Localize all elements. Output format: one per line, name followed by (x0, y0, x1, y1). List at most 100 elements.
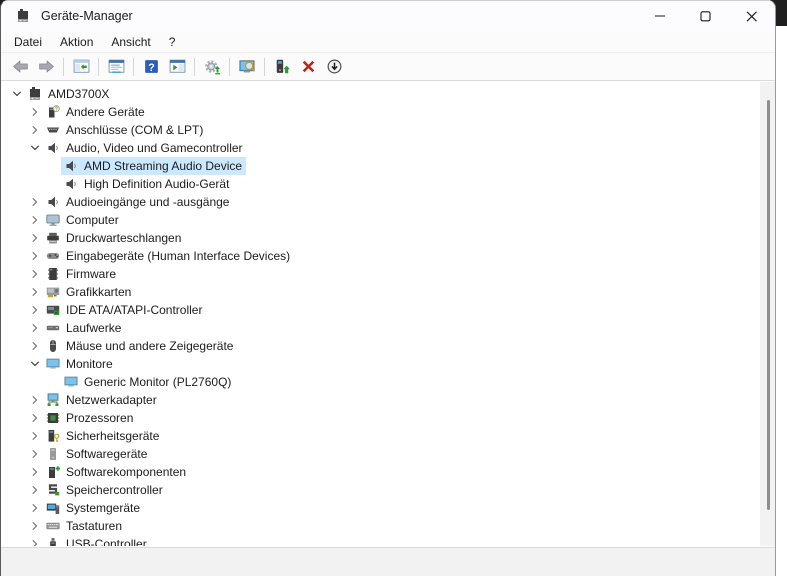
chevron-right-icon[interactable] (27, 482, 43, 498)
vertical-scrollbar[interactable] (760, 82, 775, 546)
chevron-right-icon[interactable] (27, 338, 43, 354)
chevron-right-icon (32, 324, 38, 332)
show-hide-console-tree-button[interactable] (68, 55, 94, 79)
tree-item-ide-ata-atapi-controller[interactable]: IDE ATA/ATAPI-Controller (1, 301, 760, 319)
properties-button[interactable] (103, 55, 129, 79)
tree-item-systemgerate[interactable]: Systemgeräte (1, 499, 760, 517)
show-hide-action-pane-button[interactable] (164, 55, 190, 79)
console-tree-icon (73, 59, 89, 73)
chevron-down-icon[interactable] (27, 140, 43, 156)
chevron-right-icon[interactable] (27, 428, 43, 444)
close-button[interactable] (729, 1, 775, 31)
tree-item-eingabegerate-human-interface-devices[interactable]: Eingabegeräte (Human Interface Devices) (1, 247, 760, 265)
row-content: IDE ATA/ATAPI-Controller (43, 301, 206, 319)
chevron-right-icon[interactable] (27, 212, 43, 228)
chevron-right-icon[interactable] (27, 518, 43, 534)
row-content: AMD3700X (25, 85, 113, 103)
chevron-right-icon[interactable] (27, 248, 43, 264)
speaker-icon (45, 194, 61, 210)
tree-item-audio-video-und-gamecontroller[interactable]: Audio, Video und Gamecontroller (1, 139, 760, 157)
help-icon: ? (144, 60, 158, 74)
computer-device-icon (18, 9, 28, 22)
chevron-right-icon[interactable] (27, 446, 43, 462)
menu-item-aktion[interactable]: Aktion (51, 33, 102, 51)
tree-item-andere-gerate[interactable]: ? Andere Geräte (1, 103, 760, 121)
chevron-right-icon[interactable] (27, 104, 43, 120)
minimize-button[interactable] (637, 1, 683, 31)
tree-item-audioeingange-und-ausgange[interactable]: Audioeingänge und -ausgänge (1, 193, 760, 211)
tree-item-generic-monitor-pl2760q[interactable]: Generic Monitor (PL2760Q) (1, 373, 760, 391)
uninstall-device-button[interactable] (295, 55, 321, 79)
tree-item-softwarekomponenten[interactable]: Softwarekomponenten (1, 463, 760, 481)
help-button[interactable]: ? (138, 55, 164, 79)
disable-device-button[interactable] (321, 55, 347, 79)
chevron-right-icon[interactable] (27, 230, 43, 246)
tree-item-speichercontroller[interactable]: Speichercontroller (1, 481, 760, 499)
device-tree: AMD3700X? Andere Geräte Anschlüsse (COM & … (1, 82, 760, 546)
speaker-icon (66, 178, 76, 190)
tree-item-anschlusse-com-lpt[interactable]: Anschlüsse (COM & LPT) (1, 121, 760, 139)
maximize-button[interactable] (683, 1, 729, 31)
tree-item-tastaturen[interactable]: Tastaturen (1, 517, 760, 535)
tree-item-label: Eingabegeräte (Human Interface Devices) (66, 249, 291, 263)
chevron-right-icon[interactable] (27, 302, 43, 318)
row-content: Systemgeräte (43, 499, 144, 517)
chevron-right-icon[interactable] (27, 194, 43, 210)
tree-item-mause-und-andere-zeigegerate[interactable]: Mäuse und andere Zeigegeräte (1, 337, 760, 355)
tree-item-grafikkarten[interactable]: Grafikkarten (1, 283, 760, 301)
chevron-right-icon[interactable] (27, 320, 43, 336)
menu-item-datei[interactable]: Datei (5, 33, 51, 51)
chevron-down-icon[interactable] (27, 356, 43, 372)
toolbar-separator (98, 57, 99, 76)
tree-item-sicherheitsgerate[interactable]: Sicherheitsgeräte (1, 427, 760, 445)
chevron-right-icon[interactable] (27, 284, 43, 300)
chevron-right-icon[interactable] (27, 464, 43, 480)
forward-button[interactable] (33, 55, 59, 79)
tree-item-netzwerkadapter[interactable]: Netzwerkadapter (1, 391, 760, 409)
maximize-icon (700, 10, 711, 21)
tree-item-label: High Definition Audio-Gerät (84, 177, 230, 191)
title-bar[interactable]: Geräte-Manager (1, 1, 775, 31)
tree-item-prozessoren[interactable]: Prozessoren (1, 409, 760, 427)
chevron-right-icon[interactable] (27, 392, 43, 408)
tree-item-usb-controller[interactable]: USB-Controller (1, 535, 760, 546)
scrollbar-thumb[interactable] (767, 100, 770, 510)
row-content: Softwaregeräte (43, 445, 151, 463)
tree-item-computer[interactable]: Computer (1, 211, 760, 229)
search-computer-button[interactable] (234, 55, 260, 79)
menu-item-ansicht[interactable]: Ansicht (102, 33, 159, 51)
usb-plug-icon (50, 538, 56, 546)
computer-device-icon (30, 87, 40, 100)
update-driver-button[interactable] (269, 55, 295, 79)
tree-item-monitore[interactable]: Monitore (1, 355, 760, 373)
chevron-right-icon[interactable] (27, 266, 43, 282)
action-pane-icon (169, 59, 185, 73)
tree-item-amd-streaming-audio-device[interactable]: AMD Streaming Audio Device (1, 157, 760, 175)
properties-icon (108, 59, 124, 74)
chevron-down-icon[interactable] (9, 86, 25, 102)
menu-item-help[interactable]: ? (160, 33, 185, 51)
storage-controller-icon (45, 482, 61, 498)
row-content: Monitore (43, 355, 117, 373)
serial-port-icon (47, 127, 59, 133)
row-content: ? Andere Geräte (43, 103, 149, 121)
chevron-right-icon[interactable] (27, 122, 43, 138)
chevron-right-icon[interactable] (27, 500, 43, 516)
chevron-right-icon[interactable] (27, 410, 43, 426)
tree-item-druckwarteschlangen[interactable]: Druckwarteschlangen (1, 229, 760, 247)
tree-item-high-definition-audio-gerat[interactable]: High Definition Audio-Gerät (1, 175, 760, 193)
chevron-right-icon[interactable] (27, 536, 43, 546)
window-title: Geräte-Manager (41, 9, 133, 23)
tree-item-softwaregerate[interactable]: Softwaregeräte (1, 445, 760, 463)
tree-item-amd3700x[interactable]: AMD3700X (1, 85, 760, 103)
tree-item-laufwerke[interactable]: Laufwerke (1, 319, 760, 337)
security-device-icon (48, 430, 60, 442)
row-content: Audioeingänge und -ausgänge (43, 193, 233, 211)
svg-text:?: ? (55, 106, 58, 112)
scan-for-hardware-changes-button[interactable] (199, 55, 225, 79)
tree-item-firmware[interactable]: Firmware (1, 265, 760, 283)
back-button[interactable] (7, 55, 33, 79)
app-icon (15, 8, 31, 24)
